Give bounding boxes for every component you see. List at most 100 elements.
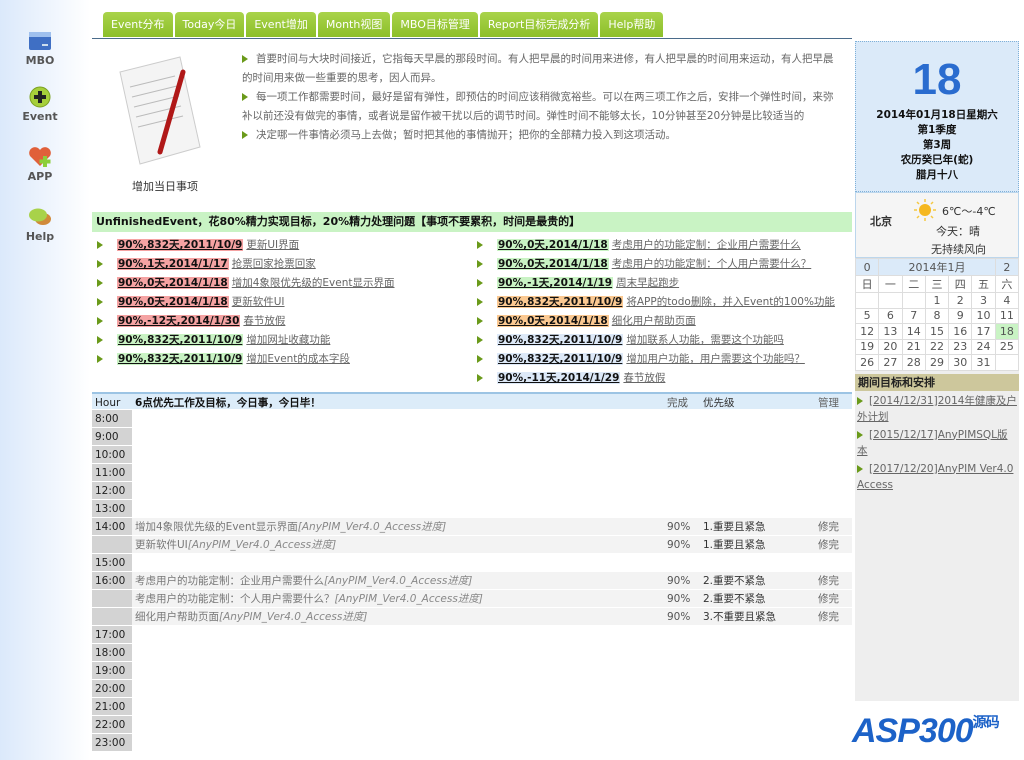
goal-item[interactable]: [2015/12/17]AnyPIMSQL版本: [855, 425, 1019, 459]
event-title[interactable]: 更新软件UI: [135, 539, 188, 551]
manage-link[interactable]: 修完: [818, 590, 852, 607]
calendar-day[interactable]: 19: [854, 338, 880, 355]
calendar-day[interactable]: 4: [994, 292, 1020, 309]
event-link[interactable]: 增加4象限优先级的Event显示界面: [232, 277, 395, 289]
event-status-badge[interactable]: 90%,832天,2011/10/9: [497, 334, 624, 346]
event-title-cell[interactable]: 考虑用户的功能定制：个人用户需要什么？[AnyPIM_Ver4.0_Access…: [132, 590, 667, 607]
event-status-badge[interactable]: 90%,832天,2011/10/9: [117, 334, 244, 346]
calendar-day[interactable]: 7: [901, 307, 926, 324]
add-today-event-image[interactable]: [115, 52, 205, 172]
event-status-badge[interactable]: 90%,832天,2011/10/9: [497, 296, 624, 308]
calendar-day[interactable]: 20: [878, 338, 903, 355]
sidebar-item-mbo[interactable]: MBO: [18, 30, 62, 67]
calendar-day[interactable]: 9: [948, 307, 973, 324]
calendar-day[interactable]: 11: [994, 307, 1020, 324]
manage-link[interactable]: 修完: [818, 572, 852, 589]
event-link[interactable]: 考虑用户的功能定制：个人用户需要什么？: [612, 258, 812, 270]
calendar-day[interactable]: 27: [878, 354, 903, 371]
calendar-day[interactable]: 6: [878, 307, 903, 324]
calendar-day[interactable]: 21: [901, 338, 926, 355]
event-status-badge[interactable]: 90%,-12天,2014/1/30: [117, 315, 241, 327]
calendar-day[interactable]: 30: [948, 354, 973, 371]
goal-item[interactable]: [2017/12/20]AnyPIM Ver4.0 Access: [855, 459, 1019, 493]
calendar-day[interactable]: 26: [854, 354, 880, 371]
calendar-day-today[interactable]: 18: [994, 323, 1020, 340]
event-status-badge[interactable]: 90%,832天,2011/10/9: [117, 239, 244, 251]
event-link[interactable]: 细化用户帮助页面: [612, 315, 696, 327]
prev-month-button[interactable]: 0: [854, 258, 880, 276]
tab-item[interactable]: Today今日: [174, 12, 245, 37]
done-cell: [667, 626, 703, 643]
event-link[interactable]: 更新软件UI: [232, 296, 285, 308]
calendar-day[interactable]: 29: [924, 354, 950, 371]
calendar-day[interactable]: 15: [924, 323, 950, 340]
calendar-day[interactable]: 28: [901, 354, 926, 371]
event-link[interactable]: 将APP的todo删除，并入Event的100%功能: [626, 296, 835, 308]
event-status-badge[interactable]: 90%,1天,2014/1/17: [117, 258, 229, 270]
tips-list: 首要时间与大块时间接近，它指每天早晨的那段时间。有人把早晨的时间用来进修，有人把…: [242, 50, 842, 145]
event-link[interactable]: 增加联系人功能，需要这个功能吗: [626, 334, 784, 346]
add-today-event-link[interactable]: 增加当日事项: [132, 178, 198, 194]
event-link[interactable]: 抢票回家抢票回家: [232, 258, 316, 270]
event-link[interactable]: 春节放假: [623, 372, 665, 384]
calendar-day[interactable]: 10: [971, 307, 996, 324]
manage-link[interactable]: 修完: [818, 536, 852, 553]
calendar-day[interactable]: 17: [971, 323, 996, 340]
next-month-button[interactable]: 2: [994, 258, 1020, 276]
calendar-day[interactable]: 1: [924, 292, 950, 309]
event-title[interactable]: 考虑用户的功能定制：企业用户需要什么: [135, 575, 324, 587]
goal-item[interactable]: [2014/12/31]2014年健康及户外计划: [855, 391, 1019, 425]
event-title-cell[interactable]: 细化用户帮助页面[AnyPIM_Ver4.0_Access进度]: [132, 608, 667, 625]
goal-link[interactable]: [2015/12/17]AnyPIMSQL版本: [857, 429, 1008, 457]
tab-item[interactable]: Event增加: [246, 12, 316, 37]
event-title-cell[interactable]: 更新软件UI[AnyPIM_Ver4.0_Access进度]: [132, 536, 667, 553]
tab-item[interactable]: MBO目标管理: [392, 12, 478, 37]
calendar-day[interactable]: 2: [948, 292, 973, 309]
event-link[interactable]: 增加用户功能，用户需要这个功能吗？: [626, 353, 805, 365]
calendar-day[interactable]: 5: [854, 307, 880, 324]
event-status-badge[interactable]: 90%,832天,2011/10/9: [497, 353, 624, 365]
calendar-day[interactable]: 24: [971, 338, 996, 355]
calendar-day[interactable]: 3: [971, 292, 996, 309]
tab-item[interactable]: Event分布: [103, 12, 173, 37]
event-link[interactable]: 增加网址收藏功能: [246, 334, 330, 346]
calendar-day[interactable]: 16: [948, 323, 973, 340]
event-link[interactable]: 增加Event的成本字段: [246, 353, 350, 365]
calendar-day[interactable]: 31: [971, 354, 996, 371]
event-status-badge[interactable]: 90%,0天,2014/1/18: [497, 258, 609, 270]
event-title-cell[interactable]: 考虑用户的功能定制：企业用户需要什么[AnyPIM_Ver4.0_Access进…: [132, 572, 667, 589]
calendar-day[interactable]: 22: [924, 338, 950, 355]
sidebar-item-help[interactable]: Help: [18, 206, 62, 243]
calendar-day[interactable]: 14: [901, 323, 926, 340]
event-link[interactable]: 更新UI界面: [246, 239, 299, 251]
event-title[interactable]: 考虑用户的功能定制：个人用户需要什么？: [135, 593, 335, 605]
event-status-badge[interactable]: 90%,0天,2014/1/18: [117, 277, 229, 289]
event-status-badge[interactable]: 90%,-1天,2014/1/19: [497, 277, 614, 289]
manage-link[interactable]: 修完: [818, 518, 852, 535]
event-title-cell[interactable]: 增加4象限优先级的Event显示界面[AnyPIM_Ver4.0_Access进…: [132, 518, 667, 535]
event-link[interactable]: 周末早起跑步: [616, 277, 679, 289]
calendar-day[interactable]: 8: [924, 307, 950, 324]
event-status-badge[interactable]: 90%,832天,2011/10/9: [117, 353, 244, 365]
event-title[interactable]: 增加4象限优先级的Event显示界面: [135, 521, 298, 533]
hour-cell: [92, 536, 132, 553]
calendar-day[interactable]: 23: [948, 338, 973, 355]
goal-link[interactable]: [2017/12/20]AnyPIM Ver4.0 Access: [857, 463, 1013, 491]
event-status-badge[interactable]: 90%,0天,2014/1/18: [117, 296, 229, 308]
event-status-badge[interactable]: 90%,0天,2014/1/18: [497, 239, 609, 251]
event-status-badge[interactable]: 90%,-11天,2014/1/29: [497, 372, 621, 384]
sidebar-item-event[interactable]: Event: [18, 86, 62, 123]
event-title[interactable]: 细化用户帮助页面: [135, 611, 219, 623]
tab-item[interactable]: Help帮助: [600, 12, 664, 37]
tab-item[interactable]: Report目标完成分析: [479, 12, 599, 37]
calendar-day[interactable]: 25: [994, 338, 1020, 355]
event-link[interactable]: 春节放假: [243, 315, 285, 327]
sidebar-item-app[interactable]: APP: [18, 146, 62, 183]
event-link[interactable]: 考虑用户的功能定制：企业用户需要什么: [612, 239, 801, 251]
tab-item[interactable]: Month视图: [317, 12, 391, 37]
event-status-badge[interactable]: 90%,0天,2014/1/18: [497, 315, 609, 327]
manage-link[interactable]: 修完: [818, 608, 852, 625]
goal-link[interactable]: [2014/12/31]2014年健康及户外计划: [857, 395, 1017, 423]
calendar-day[interactable]: 12: [854, 323, 880, 340]
calendar-day[interactable]: 13: [878, 323, 903, 340]
